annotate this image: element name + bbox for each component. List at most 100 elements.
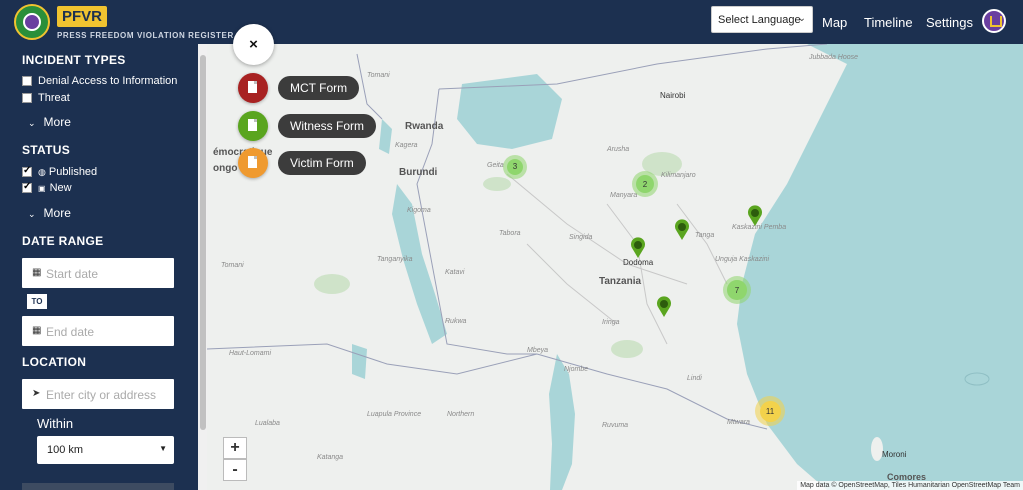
map-label: Iringa: [602, 319, 620, 326]
chevron-down-icon: ⌄: [797, 13, 806, 24]
map-label: Geita: [487, 162, 504, 169]
start-date-placeholder: Start date: [46, 267, 99, 281]
map-label-tanzania: Tanzania: [599, 276, 642, 287]
map-label: Singida: [569, 234, 593, 241]
map-label-moroni: Moroni: [882, 450, 907, 459]
within-label: Within: [37, 416, 74, 431]
checkbox-new[interactable]: [22, 181, 32, 193]
map-label-burundi: Burundi: [399, 167, 438, 178]
incident-type-label: Threat: [38, 92, 70, 104]
map-label-dodoma: Dodoma: [623, 258, 654, 267]
location-arrow-icon: ➤: [32, 388, 41, 399]
to-badge: TO: [27, 294, 47, 309]
incident-types-more-button[interactable]: ⌄ More: [28, 115, 71, 129]
status-more-button[interactable]: ⌄ More: [28, 206, 71, 220]
brand-title[interactable]: PFVR: [57, 6, 108, 27]
nav-timeline[interactable]: Timeline: [864, 15, 913, 30]
map-label: Katanga: [317, 454, 344, 461]
victim-form-button[interactable]: Victim Form: [278, 151, 366, 175]
witness-form-icon[interactable]: [238, 111, 268, 141]
cluster-count: 11: [759, 400, 781, 422]
map-label: Ruvuma: [602, 422, 629, 429]
map-label-congo: ongo: [213, 163, 238, 174]
calendar-icon: ▦: [32, 267, 42, 278]
status-label: ◍ Published: [38, 166, 98, 178]
location-input[interactable]: ➤ Enter city or address: [22, 379, 174, 409]
filter-sidebar: INCIDENT TYPES Denial Access to Informat…: [0, 44, 198, 490]
map-label: Arusha: [607, 146, 630, 153]
top-navbar: PFVR PRESS FREEDOM VIOLATION REGISTER Se…: [0, 0, 1023, 44]
victim-form-icon[interactable]: [238, 148, 268, 178]
zoom-in-button[interactable]: +: [223, 437, 247, 459]
user-avatar-icon[interactable]: [982, 9, 1006, 33]
map-label: Mtwara: [727, 419, 750, 426]
map-label: Mbeya: [527, 347, 549, 354]
end-date-input[interactable]: ▦ End date: [22, 316, 174, 346]
map-attribution[interactable]: Map data © OpenStreetMap, Tiles Humanita…: [797, 481, 1023, 490]
witness-form-button[interactable]: Witness Form: [278, 114, 377, 138]
sidebar-action-button[interactable]: [22, 483, 174, 490]
globe-icon: ◍: [38, 167, 46, 177]
status-label: ▣ New: [38, 182, 72, 194]
radius-value: 100 km: [47, 444, 84, 456]
incident-cluster[interactable]: 11: [755, 396, 785, 426]
incident-cluster[interactable]: 2: [632, 171, 658, 197]
incident-marker-icon[interactable]: [673, 219, 691, 241]
incident-type-label: Denial Access to Information: [38, 75, 178, 87]
nav-map[interactable]: Map: [822, 15, 847, 30]
map-label: Jubbada Hoose: [809, 54, 859, 61]
incident-marker-icon[interactable]: [746, 205, 764, 227]
start-date-input[interactable]: ▦ Start date: [22, 258, 174, 288]
map-label: Tabora: [499, 230, 521, 237]
map-label: Northern: [447, 411, 475, 418]
map-label: Lualaba: [255, 420, 280, 427]
location-heading: LOCATION: [22, 355, 87, 369]
checkbox-denial-access[interactable]: [22, 76, 32, 86]
language-select[interactable]: Select Language ⌄: [711, 6, 813, 33]
pfvr-logo[interactable]: [14, 4, 50, 40]
map-label: Kilimanjaro: [661, 172, 696, 179]
cluster-count: 2: [635, 174, 655, 194]
brand-subtitle: PRESS FREEDOM VIOLATION REGISTER: [57, 31, 234, 40]
more-label: More: [43, 115, 71, 129]
cluster-count: 7: [727, 280, 747, 300]
map-label-nairobi: Nairobi: [660, 91, 686, 100]
map-label: Manyara: [610, 192, 638, 199]
incident-map[interactable]: Tomani Rwanda Burundi Tanzania Dodoma Na…: [207, 44, 1023, 490]
status-heading: STATUS: [22, 143, 71, 157]
zoom-out-button[interactable]: -: [223, 459, 247, 481]
map-label: Kigoma: [407, 207, 431, 214]
date-range-heading: DATE RANGE: [22, 234, 104, 248]
cluster-count: 3: [506, 158, 524, 176]
incident-cluster[interactable]: 7: [723, 276, 751, 304]
radius-select[interactable]: 100 km ▼: [37, 436, 174, 464]
map-label: Njombe: [564, 366, 589, 373]
caret-down-icon: ▼: [159, 444, 167, 453]
close-forms-button[interactable]: ×: [233, 24, 274, 65]
map-label: Tanganyika: [377, 256, 413, 263]
incident-marker-icon[interactable]: [655, 296, 673, 318]
mct-form-icon[interactable]: [238, 73, 268, 103]
more-label: More: [43, 206, 71, 220]
chevron-down-icon: ⌄: [28, 118, 36, 128]
map-label-rwanda: Rwanda: [405, 121, 444, 132]
chevron-down-icon: ⌄: [28, 209, 36, 219]
end-date-placeholder: End date: [46, 325, 95, 339]
map-label: Rukwa: [445, 318, 467, 325]
lock-icon: ▣: [38, 184, 46, 193]
map-label: Tanga: [695, 232, 715, 239]
mct-form-button[interactable]: MCT Form: [278, 76, 360, 100]
incident-marker-icon[interactable]: [629, 237, 647, 259]
location-placeholder: Enter city or address: [46, 388, 157, 402]
checkbox-threat[interactable]: [22, 93, 32, 103]
map-label: Tomani: [367, 72, 390, 79]
map-label: Luapula Province: [367, 411, 422, 418]
incident-types-heading: INCIDENT TYPES: [22, 53, 126, 67]
checkbox-published[interactable]: [22, 165, 32, 177]
nav-settings[interactable]: Settings: [926, 15, 973, 30]
map-label: Kagera: [395, 142, 418, 149]
map-label: Katavi: [445, 269, 465, 276]
incident-cluster[interactable]: 3: [503, 155, 527, 179]
sidebar-scrollbar-thumb[interactable]: [200, 55, 206, 430]
map-label: Tomani: [221, 262, 244, 269]
